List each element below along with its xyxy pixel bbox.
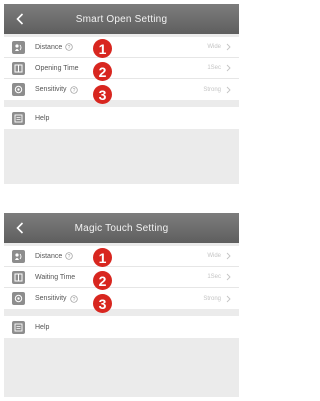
chevron-right-icon: [226, 273, 231, 281]
callout-marker-1: 1: [93, 248, 112, 267]
distance-label: Distance: [35, 252, 63, 260]
svg-text:?: ?: [68, 254, 71, 260]
callout-marker-3: 3: [93, 294, 112, 313]
sensitivity-icon: [12, 83, 25, 96]
back-button[interactable]: [10, 9, 30, 29]
settings-list: Distance ? Wide Waiting Time 1Sec Sensit…: [4, 246, 239, 309]
help-label: Help: [35, 114, 50, 122]
waiting-time-value: 1Sec: [207, 274, 221, 280]
svg-text:?: ?: [72, 297, 75, 303]
back-button[interactable]: [10, 218, 30, 238]
callout-marker-3: 3: [93, 85, 112, 104]
help-row[interactable]: Help: [4, 107, 239, 129]
distance-label: Distance: [35, 43, 63, 51]
chevron-right-icon: [226, 295, 231, 302]
distance-row[interactable]: Distance ? Wide: [4, 37, 239, 58]
sensitivity-row[interactable]: Sensitivity ? Strong: [4, 79, 239, 100]
chevron-right-icon: [226, 64, 231, 72]
help-icon: [12, 320, 25, 334]
info-icon[interactable]: ?: [65, 43, 73, 51]
sensitivity-icon: [12, 292, 25, 305]
callout-marker-2: 2: [93, 62, 112, 81]
distance-value: Wide: [207, 44, 221, 50]
info-icon[interactable]: ?: [65, 252, 73, 260]
sensitivity-value: Strong: [203, 86, 221, 93]
sensitivity-row[interactable]: Sensitivity ? Strong: [4, 288, 239, 309]
page-title: Magic Touch Setting: [74, 222, 169, 234]
distance-value: Wide: [207, 253, 221, 259]
settings-list: Distance ? Wide Opening Time 1Sec Sensit…: [4, 37, 239, 100]
distance-row[interactable]: Distance ? Wide: [4, 246, 239, 267]
waiting-time-icon: [12, 270, 25, 284]
info-icon[interactable]: ?: [69, 294, 78, 303]
chevron-right-icon: [226, 43, 231, 51]
page-title: Smart Open Setting: [75, 13, 168, 25]
callout-marker-1: 1: [93, 39, 112, 58]
sensitivity-value: Strong: [203, 295, 221, 302]
sensitivity-label: Sensitivity: [35, 86, 67, 93]
waiting-time-row[interactable]: Waiting Time 1Sec: [4, 267, 239, 288]
title-bar: Smart Open Setting: [4, 4, 239, 34]
info-icon[interactable]: ?: [69, 85, 78, 94]
help-icon: [12, 111, 25, 125]
help-label: Help: [35, 323, 50, 331]
help-row[interactable]: Help: [4, 316, 239, 338]
opening-time-value: 1Sec: [207, 65, 221, 71]
sensitivity-label: Sensitivity: [35, 295, 67, 302]
waiting-time-label: Waiting Time: [35, 273, 76, 281]
chevron-left-icon: [16, 222, 24, 234]
distance-icon: [12, 40, 25, 54]
svg-text:?: ?: [72, 88, 75, 94]
opening-time-row[interactable]: Opening Time 1Sec: [4, 58, 239, 79]
title-bar: Magic Touch Setting: [4, 213, 239, 243]
magic-touch-setting-screen: Magic Touch Setting Distance ? Wide Wait…: [4, 213, 239, 397]
callout-marker-2: 2: [93, 271, 112, 290]
chevron-left-icon: [16, 13, 24, 25]
chevron-right-icon: [226, 252, 231, 260]
chevron-right-icon: [226, 86, 231, 93]
distance-icon: [12, 249, 25, 263]
svg-text:?: ?: [68, 45, 71, 51]
smart-open-setting-screen: Smart Open Setting Distance ? Wide Openi…: [4, 4, 239, 184]
opening-time-label: Opening Time: [35, 64, 79, 72]
opening-time-icon: [12, 61, 25, 75]
